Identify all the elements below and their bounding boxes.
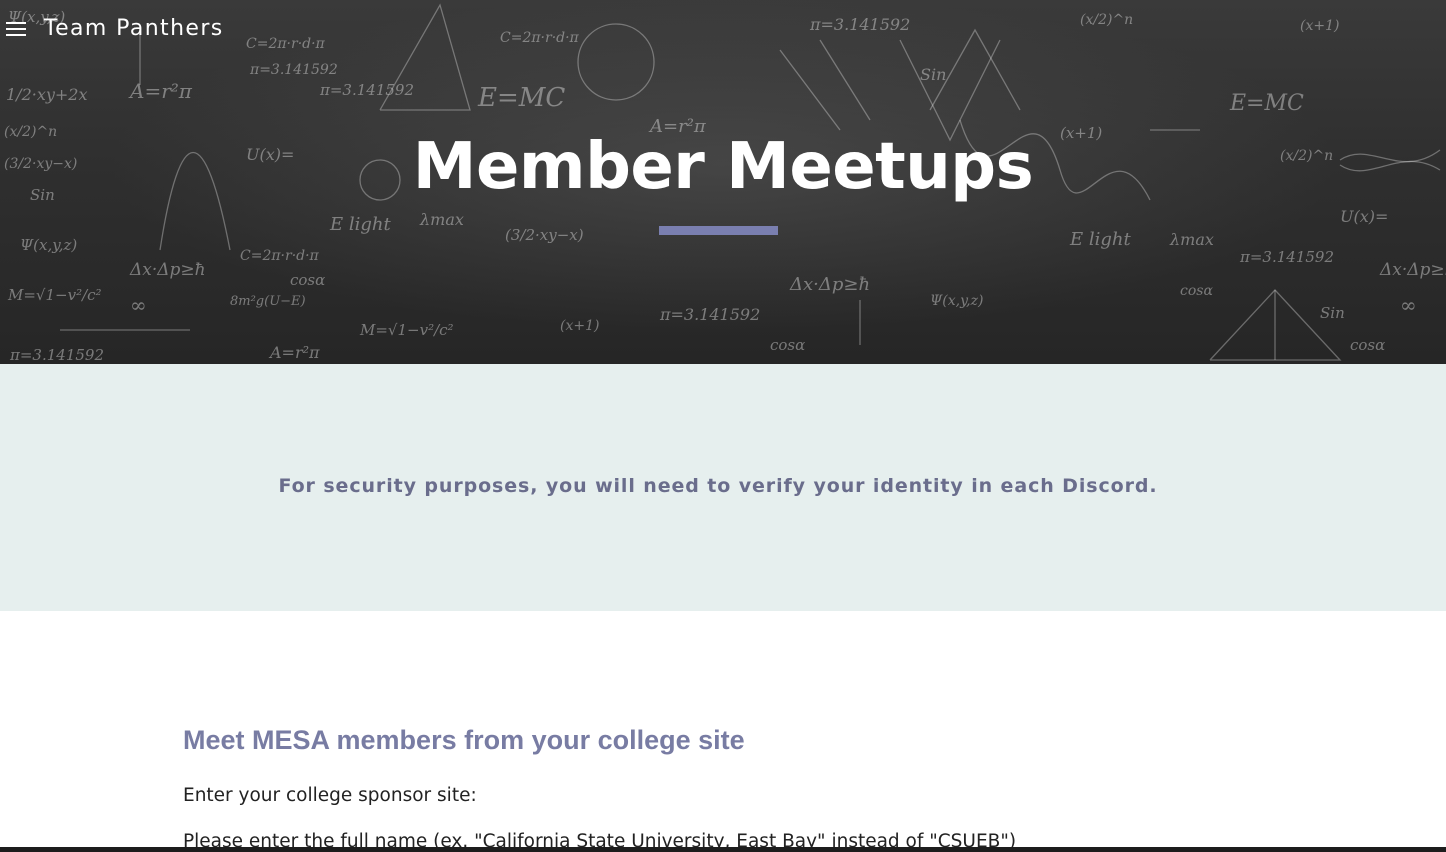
- svg-text:π=3.141592: π=3.141592: [319, 81, 414, 99]
- svg-text:E light: E light: [329, 214, 391, 235]
- sponsor-site-prompt: Enter your college sponsor site:: [183, 785, 477, 806]
- hamburger-menu-icon[interactable]: [6, 20, 26, 36]
- page-title: Member Meetups: [412, 130, 1034, 204]
- svg-text:C=2π·r·d·π: C=2π·r·d·π: [240, 248, 320, 264]
- svg-text:π=3.141592: π=3.141592: [9, 346, 104, 364]
- svg-text:A=r²π: A=r²π: [128, 79, 193, 103]
- svg-text:(x+1): (x+1): [1300, 18, 1339, 34]
- svg-text:λmax: λmax: [419, 210, 464, 229]
- menu-line: [6, 34, 26, 36]
- svg-text:C=2π·r·d·π: C=2π·r·d·π: [246, 36, 326, 52]
- svg-text:C=2π·r·d·π: C=2π·r·d·π: [500, 30, 580, 46]
- svg-text:8m²g(U−E): 8m²g(U−E): [230, 294, 306, 309]
- svg-text:(3/2·xy−x): (3/2·xy−x): [505, 226, 584, 244]
- svg-text:Δx·Δp≥ħ: Δx·Δp≥ħ: [129, 260, 206, 280]
- svg-text:cosα: cosα: [1350, 336, 1385, 354]
- svg-text:M=√1−v²/c²: M=√1−v²/c²: [359, 321, 454, 339]
- bottom-edge-bar: [0, 847, 1446, 852]
- page: Ψ(x,y,z) C=2π·r·d·π C=2π·r·d·π π=3.14159…: [0, 0, 1446, 852]
- svg-text:1/2·xy+2x: 1/2·xy+2x: [6, 85, 88, 104]
- svg-text:π=3.141592: π=3.141592: [249, 62, 338, 78]
- site-title[interactable]: Team Panthers: [44, 14, 224, 44]
- security-notice-text: For security purposes, you will need to …: [278, 475, 1158, 497]
- svg-text:E=MC: E=MC: [477, 83, 565, 113]
- svg-text:π=3.141592: π=3.141592: [1239, 248, 1334, 266]
- svg-text:∞: ∞: [1400, 293, 1417, 317]
- title-underline: [659, 226, 778, 235]
- svg-text:(x+1): (x+1): [560, 318, 599, 334]
- svg-text:cosα: cosα: [770, 336, 805, 354]
- svg-text:Sin: Sin: [920, 65, 946, 84]
- svg-text:π=3.141592: π=3.141592: [809, 15, 910, 34]
- svg-text:∞: ∞: [130, 293, 147, 317]
- svg-text:(x/2)^n: (x/2)^n: [1080, 12, 1133, 28]
- svg-text:π=3.141592: π=3.141592: [659, 305, 760, 324]
- svg-text:cosα: cosα: [290, 271, 325, 289]
- hero-banner: Ψ(x,y,z) C=2π·r·d·π C=2π·r·d·π π=3.14159…: [0, 0, 1446, 364]
- svg-text:λmax: λmax: [1169, 230, 1214, 249]
- svg-text:Δx·Δp≥ħ: Δx·Δp≥ħ: [789, 274, 870, 295]
- svg-text:E=MC: E=MC: [1229, 91, 1304, 116]
- svg-text:Δx·Δp≥ħ: Δx·Δp≥ħ: [1379, 260, 1446, 280]
- security-notice-band: For security purposes, you will need to …: [0, 364, 1446, 611]
- svg-text:A=r²π: A=r²π: [268, 343, 320, 362]
- svg-text:E light: E light: [1069, 229, 1131, 250]
- svg-text:Ψ(x,y,z): Ψ(x,y,z): [20, 236, 77, 254]
- svg-text:M=√1−v²/c²: M=√1−v²/c²: [7, 286, 102, 304]
- svg-text:Sin: Sin: [1320, 304, 1345, 322]
- menu-line: [6, 22, 26, 24]
- menu-line: [6, 28, 26, 30]
- section-heading: Meet MESA members from your college site: [183, 725, 745, 755]
- svg-text:Ψ(x,y,z): Ψ(x,y,z): [930, 293, 983, 309]
- svg-text:cosα: cosα: [1180, 283, 1213, 299]
